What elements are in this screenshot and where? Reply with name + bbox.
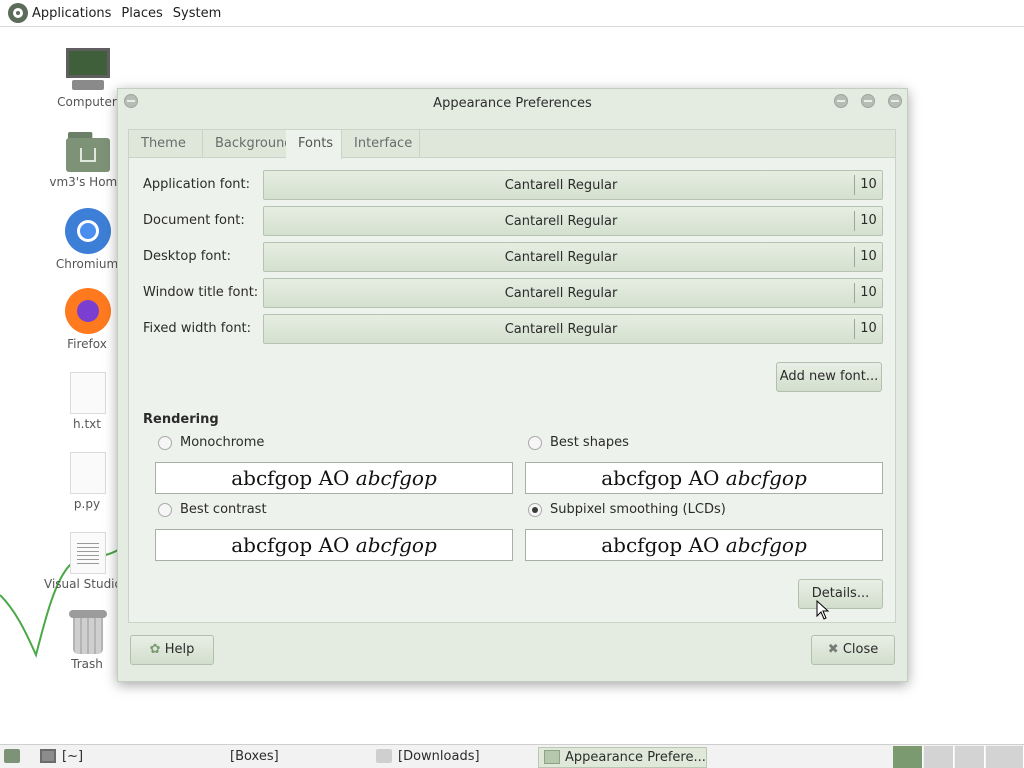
font-size: 10 xyxy=(854,283,882,303)
close-button-label: Close xyxy=(842,642,879,657)
computer-icon xyxy=(64,48,112,92)
font-name: Cantarell Regular xyxy=(504,250,618,265)
help-icon: ✿ xyxy=(149,642,161,657)
python-file-icon xyxy=(70,452,106,494)
tab-fonts[interactable]: Fonts xyxy=(286,130,342,159)
menu-places[interactable]: Places xyxy=(121,6,162,21)
minimize-icon[interactable] xyxy=(834,94,848,108)
text-file-icon xyxy=(70,372,106,414)
folder-icon xyxy=(376,749,392,763)
preview-sample-regular: abcfgop AO xyxy=(601,466,720,490)
preview-sample-italic: abcfgop xyxy=(725,533,807,557)
font-row-label: Window title font: xyxy=(143,285,259,300)
radio-label: Best contrast xyxy=(180,502,267,517)
tab-bar: Theme Background Fonts Interface xyxy=(129,130,895,159)
radio-label: Subpixel smoothing (LCDs) xyxy=(550,502,726,517)
font-name: Cantarell Regular xyxy=(504,322,618,337)
help-button[interactable]: ✿ Help xyxy=(130,635,214,665)
trash-icon xyxy=(69,610,107,654)
chromium-icon xyxy=(65,208,111,254)
radio-indicator[interactable] xyxy=(528,436,542,450)
document-font-button[interactable]: Cantarell Regular 10 xyxy=(263,206,883,236)
font-size: 10 xyxy=(854,175,882,195)
font-name: Cantarell Regular xyxy=(504,178,618,193)
font-row-label: Document font: xyxy=(143,213,245,228)
show-desktop-icon[interactable] xyxy=(4,749,20,763)
best-shapes-preview: abcfgop AO abcfgop xyxy=(525,462,883,494)
radio-indicator[interactable] xyxy=(158,436,172,450)
appearance-icon xyxy=(544,750,560,764)
font-name: Cantarell Regular xyxy=(504,214,618,229)
main-menu-logo-icon[interactable] xyxy=(8,3,28,23)
task-home-terminal[interactable]: [~] xyxy=(62,747,83,768)
subpixel-smoothing-preview: abcfgop AO abcfgop xyxy=(525,529,883,561)
preview-sample-regular: abcfgop AO xyxy=(231,466,350,490)
preview-sample-italic: abcfgop xyxy=(725,466,807,490)
task-downloads[interactable]: [Downloads] xyxy=(398,747,480,768)
maximize-icon[interactable] xyxy=(861,94,875,108)
font-row-label: Fixed width font: xyxy=(143,321,252,336)
top-panel: Applications Places System xyxy=(0,0,1024,27)
radio-indicator[interactable] xyxy=(158,503,172,517)
tab-interface[interactable]: Interface xyxy=(342,130,420,158)
menu-applications[interactable]: Applications xyxy=(32,6,111,21)
close-window-icon[interactable] xyxy=(888,94,902,108)
font-row-desktop: Desktop font: Cantarell Regular 10 xyxy=(141,242,883,272)
content-panel: Theme Background Fonts Interface Applica… xyxy=(128,129,896,623)
font-size: 10 xyxy=(854,211,882,231)
tab-theme[interactable]: Theme xyxy=(129,130,203,158)
best-contrast-preview: abcfgop AO abcfgop xyxy=(155,529,513,561)
details-button[interactable]: Details... xyxy=(798,579,883,609)
mouse-cursor-icon xyxy=(816,600,830,620)
preview-sample-regular: abcfgop AO xyxy=(601,533,720,557)
font-row-document: Document font: Cantarell Regular 10 xyxy=(141,206,883,236)
vscode-file-icon xyxy=(70,532,106,574)
font-row-label: Desktop font: xyxy=(143,249,231,264)
titlebar[interactable]: Appearance Preferences xyxy=(118,89,907,119)
taskbar: [~] [Boxes] [Downloads] Appearance Prefe… xyxy=(0,744,1024,768)
preview-sample-regular: abcfgop AO xyxy=(231,533,350,557)
rendering-heading: Rendering xyxy=(143,412,219,427)
workspace-1[interactable] xyxy=(893,746,923,768)
terminal-icon xyxy=(40,749,56,763)
workspace-2[interactable] xyxy=(924,746,954,768)
task-boxes[interactable]: [Boxes] xyxy=(230,747,279,768)
font-row-application: Application font: Cantarell Regular 10 xyxy=(141,170,883,200)
menu-system[interactable]: System xyxy=(173,6,221,21)
workspace-3[interactable] xyxy=(955,746,985,768)
monochrome-preview: abcfgop AO abcfgop xyxy=(155,462,513,494)
font-row-fixed-width: Fixed width font: Cantarell Regular 10 xyxy=(141,314,883,344)
task-label: Appearance Prefere... xyxy=(565,750,706,765)
preview-sample-italic: abcfgop xyxy=(355,466,437,490)
task-appearance-preferences[interactable]: Appearance Prefere... xyxy=(538,747,707,768)
window-title-font-button[interactable]: Cantarell Regular 10 xyxy=(263,278,883,308)
window-title: Appearance Preferences xyxy=(433,96,592,111)
radio-label: Monochrome xyxy=(180,435,265,450)
firefox-icon xyxy=(65,288,111,334)
help-button-label: Help xyxy=(164,642,195,657)
font-name: Cantarell Regular xyxy=(504,286,618,301)
font-row-label: Application font: xyxy=(143,177,251,192)
home-folder-icon xyxy=(66,132,110,172)
font-size: 10 xyxy=(854,319,882,339)
font-size: 10 xyxy=(854,247,882,267)
radio-indicator-checked[interactable] xyxy=(528,503,542,517)
appearance-preferences-dialog: Appearance Preferences Theme Background … xyxy=(117,88,908,682)
font-row-window-title: Window title font: Cantarell Regular 10 xyxy=(141,278,883,308)
application-font-button[interactable]: Cantarell Regular 10 xyxy=(263,170,883,200)
add-new-font-button[interactable]: Add new font... xyxy=(776,362,882,392)
preview-sample-italic: abcfgop xyxy=(355,533,437,557)
workspace-4[interactable] xyxy=(986,746,1024,768)
close-button[interactable]: ✖ Close xyxy=(811,635,895,665)
fixed-width-font-button[interactable]: Cantarell Regular 10 xyxy=(263,314,883,344)
close-icon: ✖ xyxy=(827,642,839,657)
desktop-font-button[interactable]: Cantarell Regular 10 xyxy=(263,242,883,272)
radio-label: Best shapes xyxy=(550,435,629,450)
